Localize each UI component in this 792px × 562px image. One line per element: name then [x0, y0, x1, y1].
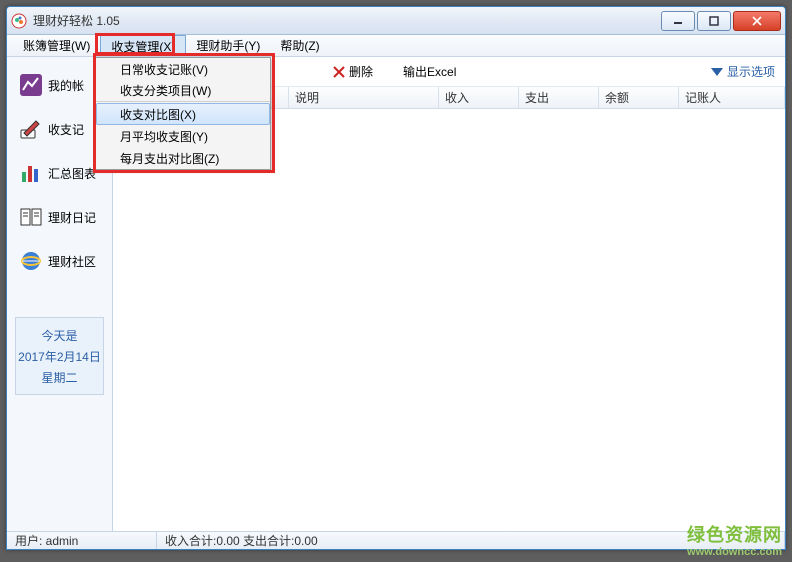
dd-label: 日常收支记账(V)	[120, 61, 208, 78]
delete-icon	[333, 66, 345, 78]
menu-label: 账簿管理(W)	[23, 37, 90, 54]
menu-account-mgmt[interactable]: 账簿管理(W)	[13, 35, 100, 56]
dd-label: 收支分类项目(W)	[120, 82, 211, 99]
delete-label: 删除	[349, 63, 373, 80]
col-desc[interactable]: 说明	[289, 87, 439, 108]
menu-label: 收支管理(X)	[111, 38, 175, 55]
menu-label: 理财助手(Y)	[196, 37, 260, 54]
chart-icon	[18, 72, 44, 98]
title-bar: 理财好轻松 1.05	[7, 7, 785, 35]
delete-button[interactable]: 删除	[333, 63, 373, 80]
col-expense[interactable]: 支出	[519, 87, 599, 108]
dd-label: 收支对比图(X)	[120, 106, 196, 123]
dd-label: 每月支出对比图(Z)	[120, 150, 219, 167]
minimize-button[interactable]	[661, 11, 695, 31]
pen-icon	[18, 116, 44, 142]
chevron-down-icon	[711, 66, 723, 78]
show-options-button[interactable]: 显示选项	[711, 63, 775, 80]
dd-label: 月平均收支图(Y)	[120, 128, 208, 145]
col-income[interactable]: 收入	[439, 87, 519, 108]
book-icon	[18, 204, 44, 230]
dd-monthly-expense-compare[interactable]: 每月支出对比图(Z)	[96, 147, 270, 169]
sidebar-item-income-expense[interactable]: 收支记	[13, 109, 106, 149]
income-expense-dropdown: 日常收支记账(V) 收支分类项目(W) 收支对比图(X) 月平均收支图(Y) 每…	[95, 57, 271, 170]
show-options-label: 显示选项	[727, 63, 775, 80]
export-excel-button[interactable]: 输出Excel	[403, 63, 456, 80]
menu-finance-assistant[interactable]: 理财助手(Y)	[186, 35, 270, 56]
date-label-today: 今天是	[41, 327, 77, 344]
close-button[interactable]	[733, 11, 781, 31]
menu-income-expense-mgmt[interactable]: 收支管理(X)	[100, 35, 186, 56]
sidebar-item-summary-chart[interactable]: 汇总图表	[13, 153, 106, 193]
sidebar-item-label: 收支记	[48, 121, 84, 138]
menu-bar: 账簿管理(W) 收支管理(X) 理财助手(Y) 帮助(Z)	[7, 35, 785, 57]
menu-help[interactable]: 帮助(Z)	[270, 35, 329, 56]
dd-income-expense-chart[interactable]: 收支对比图(X)	[96, 103, 270, 125]
status-totals: 收入合计:0.00 支出合计:0.00	[157, 532, 785, 549]
app-icon	[11, 13, 27, 29]
dd-monthly-avg-chart[interactable]: 月平均收支图(Y)	[96, 125, 270, 147]
sidebar-item-label: 理财社区	[48, 253, 96, 270]
maximize-button[interactable]	[697, 11, 731, 31]
date-weekday: 星期二	[41, 369, 77, 386]
sidebar-item-my-accounts[interactable]: 我的帐	[13, 65, 106, 105]
sidebar-item-label: 理财日记	[48, 209, 96, 226]
ie-icon	[18, 248, 44, 274]
col-recorder[interactable]: 记账人	[679, 87, 785, 108]
export-label: 输出Excel	[403, 63, 456, 80]
table-body	[113, 109, 785, 531]
sidebar-item-community[interactable]: 理财社区	[13, 241, 106, 281]
today-date-box: 今天是 2017年2月14日 星期二	[15, 317, 104, 395]
date-value: 2017年2月14日	[18, 348, 101, 365]
status-user: 用户: admin	[7, 532, 157, 549]
sidebar-item-diary[interactable]: 理财日记	[13, 197, 106, 237]
bars-icon	[18, 160, 44, 186]
dd-category-items[interactable]: 收支分类项目(W)	[96, 80, 270, 102]
dd-daily-record[interactable]: 日常收支记账(V)	[96, 58, 270, 80]
window-title: 理财好轻松 1.05	[33, 12, 659, 29]
menu-label: 帮助(Z)	[280, 37, 319, 54]
sidebar-item-label: 汇总图表	[48, 165, 96, 182]
sidebar-item-label: 我的帐	[48, 77, 84, 94]
col-balance[interactable]: 余额	[599, 87, 679, 108]
status-bar: 用户: admin 收入合计:0.00 支出合计:0.00	[7, 531, 785, 549]
